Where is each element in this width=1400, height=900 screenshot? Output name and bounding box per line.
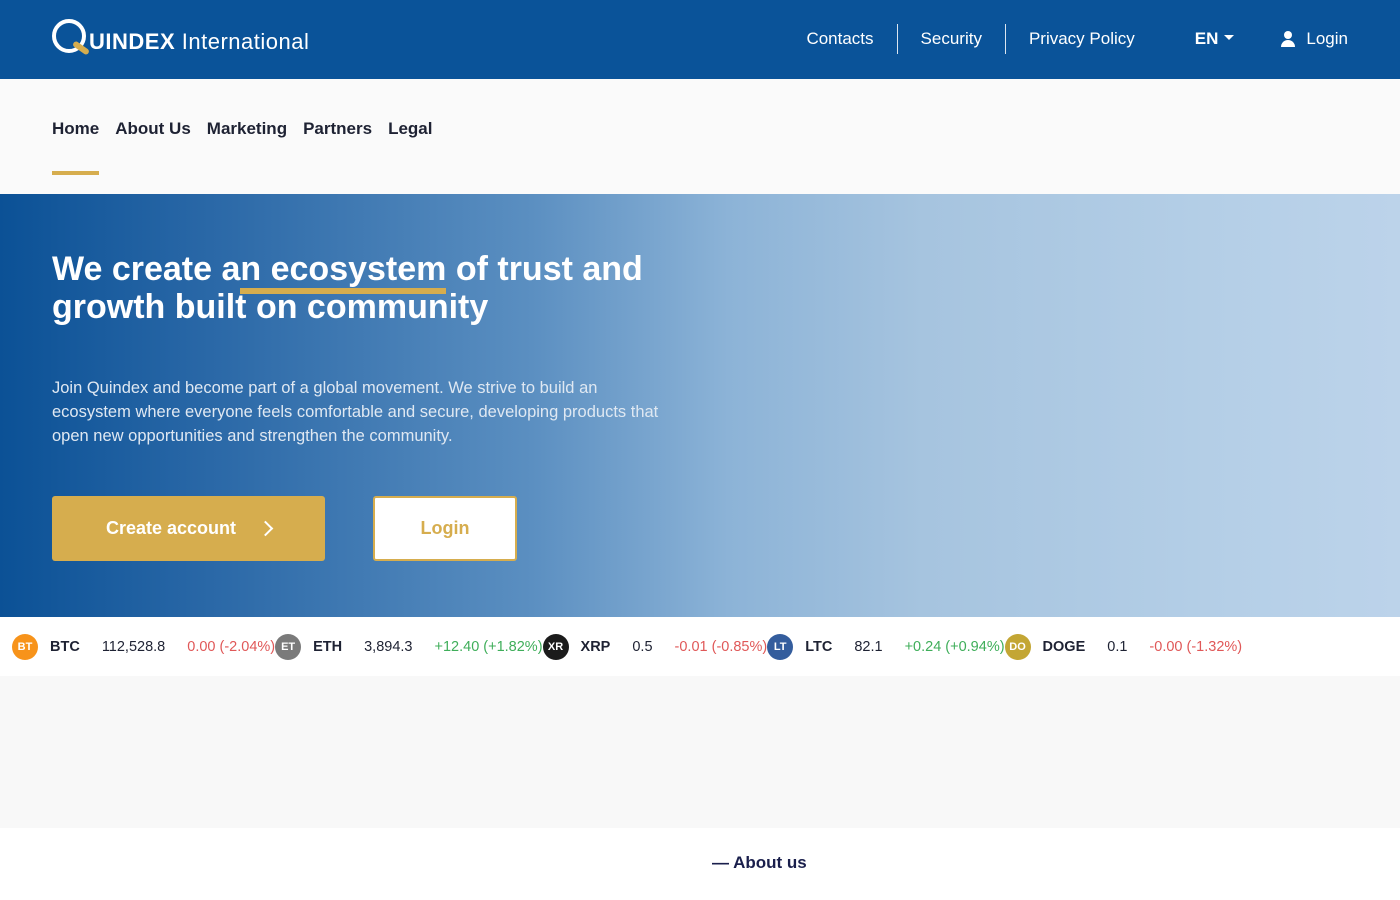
coin-price: 0.5 (632, 638, 653, 655)
logo-q-icon (52, 19, 92, 59)
coin-change: 0.00 (-2.04%) (187, 638, 276, 655)
nav-divider (1004, 24, 1006, 54)
hero-description: Join Quindex and become part of a global… (52, 379, 659, 445)
coin-icon: XR (542, 633, 569, 660)
hero-login-button[interactable]: Login (373, 496, 517, 561)
brand-name-rest: International (181, 29, 310, 54)
nav-security[interactable]: Security (898, 24, 1005, 54)
coin-symbol: ETH (313, 638, 343, 655)
coin-price: 112,528.8 (101, 638, 166, 655)
coin-change: +12.40 (+1.82%) (434, 638, 543, 655)
subnav-about-us[interactable]: About Us (115, 119, 191, 139)
about-section-header: — About us (0, 828, 1400, 900)
coin-icon: DO (1004, 633, 1031, 660)
coin-icon: BT (12, 633, 38, 660)
hero-title-pre: We create a (52, 250, 241, 288)
create-account-label: Create account (105, 518, 237, 538)
coin-change: -0.00 (-1.32%) (1149, 638, 1243, 655)
create-account-button[interactable]: Create account (52, 496, 325, 561)
coin-symbol: XRP (580, 638, 611, 655)
coin-price: 3,894.3 (364, 638, 413, 655)
ticker-item[interactable]: DO DOGE 0.1 -0.00 (-1.32%) (1004, 617, 1243, 676)
ticker-item[interactable]: BT BTC 112,528.8 0.00 (-2.04%) (12, 617, 275, 676)
hero-section: We create an ecosystem of trust and grow… (0, 194, 1400, 617)
coin-change: +0.24 (+0.94%) (904, 638, 1005, 655)
coin-change: -0.01 (-0.85%) (674, 638, 768, 655)
coin-price: 82.1 (854, 638, 883, 655)
subnav-home[interactable]: Home (52, 119, 100, 175)
language-selector[interactable]: EN (1195, 29, 1235, 49)
coin-symbol: BTC (50, 638, 80, 655)
subnav-legal[interactable]: Legal (388, 119, 432, 139)
login-link-label: Login (1306, 29, 1348, 48)
coin-price: 0.1 (1107, 638, 1128, 655)
nav-contacts[interactable]: Contacts (783, 24, 896, 54)
coin-icon: ET (275, 633, 302, 660)
ticker-item[interactable]: LT LTC 82.1 +0.24 (+0.94%) (767, 617, 1005, 676)
language-label: EN (1194, 29, 1219, 48)
top-nav: Contacts Security Privacy Policy EN Logi… (783, 24, 1400, 54)
user-icon (1280, 31, 1296, 47)
about-us-label: — About us (712, 853, 807, 872)
ticker-item[interactable]: XR XRP 0.5 -0.01 (-0.85%) (542, 617, 768, 676)
subnav-partners[interactable]: Partners (303, 119, 372, 139)
crypto-ticker: BT BTC 112,528.8 0.00 (-2.04%) ET ETH 3,894.3 +… (0, 617, 1400, 676)
hero-title: We create an ecosystem of trust and grow… (52, 250, 732, 326)
ticker-item[interactable]: ET ETH 3,894.3 +12.40 (+1.82%) (275, 617, 543, 676)
coin-icon: LT (767, 633, 794, 660)
brand-name: UINDEX International (89, 29, 309, 55)
login-link[interactable]: Login (1280, 29, 1348, 49)
nav-divider (896, 24, 898, 54)
caret-down-icon (1224, 35, 1235, 40)
chevron-right-icon (257, 520, 274, 537)
top-bar: UINDEX International Contacts Security P… (0, 0, 1400, 79)
brand-logo[interactable]: UINDEX International (52, 18, 309, 60)
subnav-marketing[interactable]: Marketing (207, 119, 287, 139)
brand-name-bold: UINDEX (89, 29, 176, 54)
coin-symbol: LTC (805, 638, 833, 655)
secondary-nav: Home About Us Marketing Partners Legal (0, 79, 1400, 194)
content-placeholder (0, 676, 1400, 828)
coin-symbol: DOGE (1042, 638, 1086, 655)
nav-privacy-policy[interactable]: Privacy Policy (1006, 24, 1158, 54)
